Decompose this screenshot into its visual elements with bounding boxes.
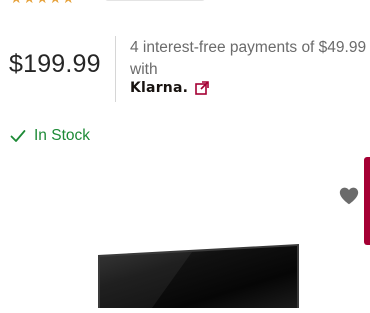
klarna-row: Klarna. [130,80,209,96]
price-divider [115,36,116,102]
external-link-icon[interactable] [195,81,209,95]
star-icon: ★ [10,0,23,5]
rating-stars: ★ ★ ★ ★ ★ [10,0,205,6]
rating-meta [105,0,205,1]
star-icon: ★ [62,0,75,5]
star-icon: ★ [49,0,62,5]
financing-text: 4 interest-free payments of $49.99 with [130,39,367,78]
stock-label: In Stock [34,127,90,144]
product-price: $199.99 [9,50,101,78]
product-image [92,238,302,308]
check-icon [10,129,26,143]
stock-status: In Stock [10,127,90,145]
heart-icon[interactable] [338,185,360,207]
star-icon: ★ [36,0,49,5]
side-tab[interactable] [364,157,370,245]
star-icon: ★ [23,0,36,5]
klarna-logo: Klarna. [130,80,189,96]
